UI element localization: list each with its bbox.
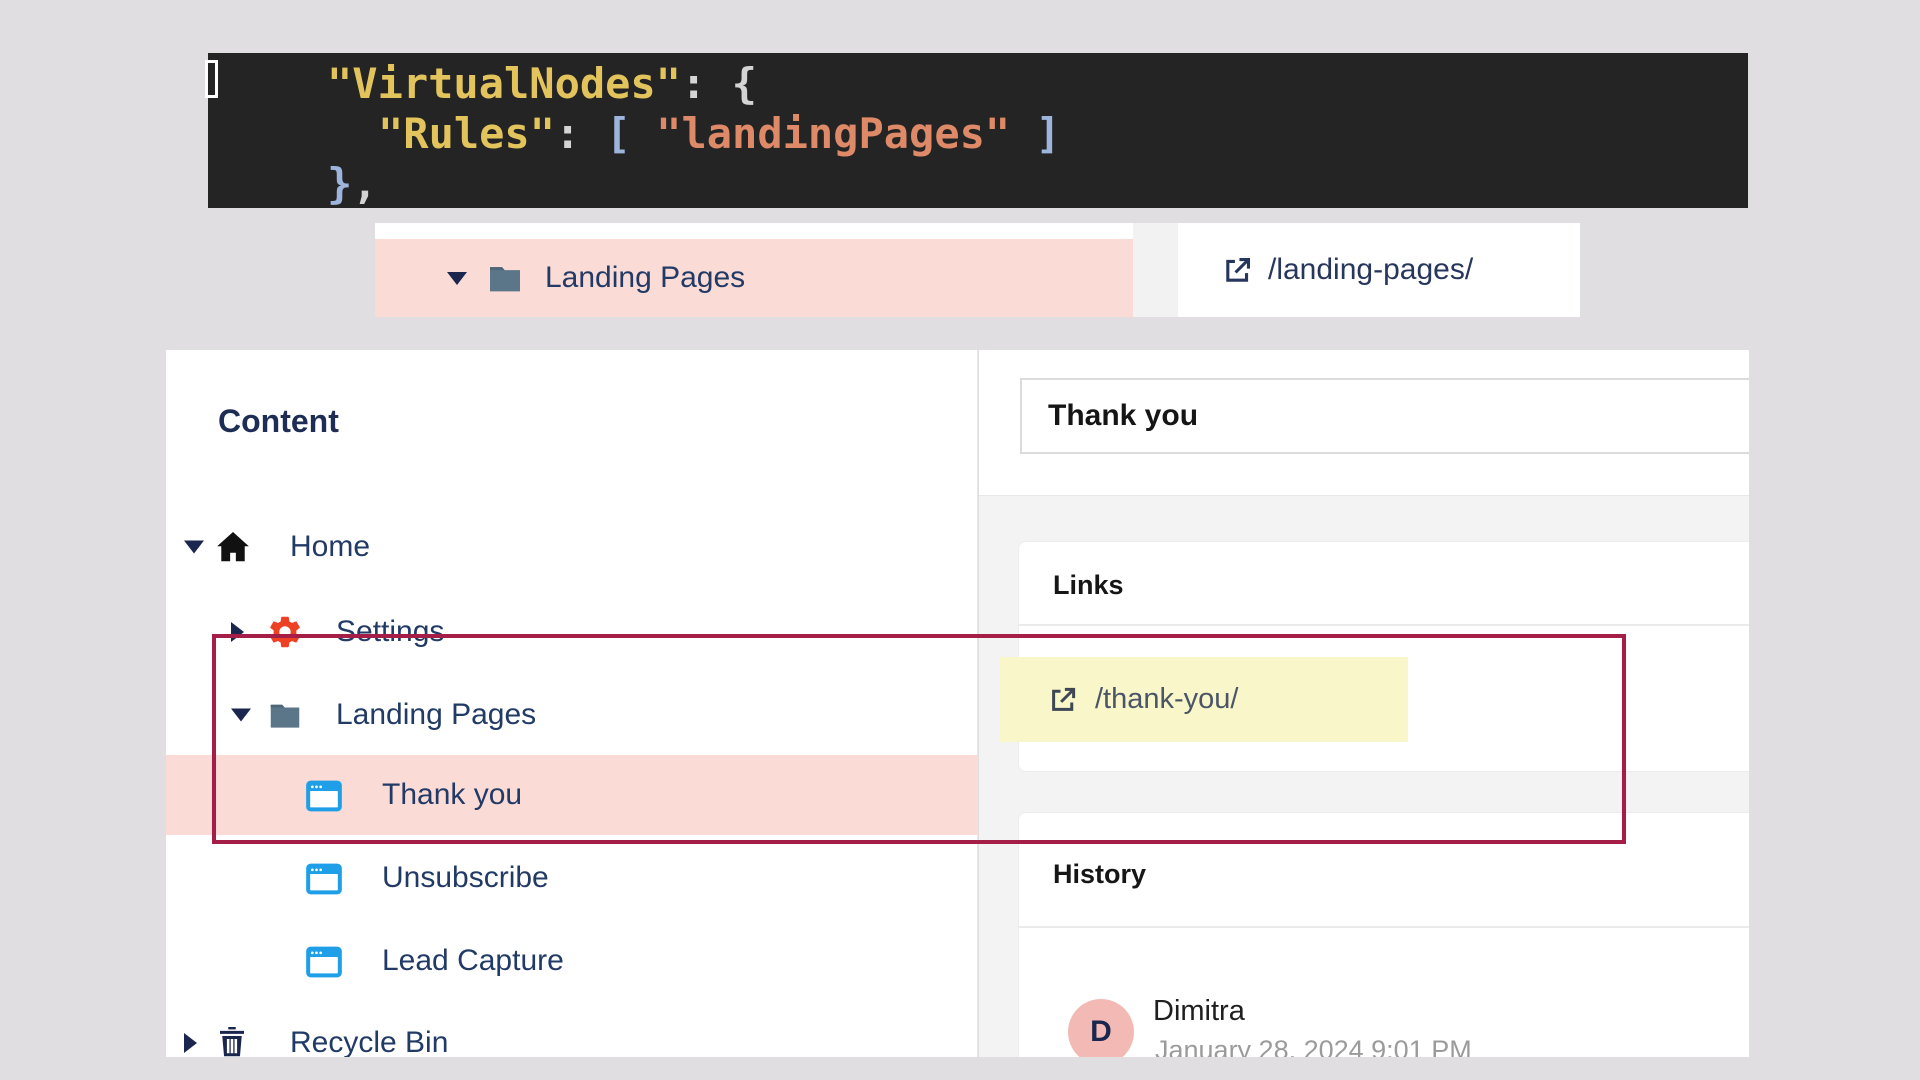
links-section-title: Links (1053, 570, 1124, 601)
sidebar-item-home[interactable]: Home (166, 507, 977, 587)
chevron-right-icon[interactable] (184, 1033, 197, 1053)
page-title: Thank you (1048, 399, 1198, 433)
history-user-name: Dimitra (1153, 995, 1245, 1028)
sidebar-item-unsubscribe[interactable]: Unsubscribe (166, 838, 977, 918)
divider (1019, 926, 1749, 928)
annotation-rectangle (212, 634, 1626, 844)
page-icon (304, 859, 342, 897)
chevron-down-icon[interactable] (447, 272, 467, 285)
history-section-title: History (1053, 859, 1146, 890)
code-line-1: "VirtualNodes": { (327, 59, 1748, 109)
code-snippet-block: "VirtualNodes": { "Rules": [ "landingPag… (208, 53, 1748, 208)
avatar: D (1068, 999, 1134, 1057)
page-icon (304, 942, 342, 980)
sidebar-item-recycle-bin[interactable]: Recycle Bin (166, 1003, 977, 1057)
history-card: History D Dimitra January 28, 2024 9:01 … (1018, 812, 1749, 1057)
landing-pages-url: /landing-pages/ (1268, 253, 1473, 287)
code-line-3: }, (327, 159, 1748, 208)
tree-fragment-landing-pages-row[interactable]: Landing Pages (375, 239, 1133, 317)
chevron-down-icon[interactable] (184, 541, 204, 554)
landing-pages-url-chip[interactable]: /landing-pages/ (1178, 223, 1580, 317)
tree-fragment-top-strip (375, 223, 1133, 239)
sidebar-section-title: Content (218, 403, 339, 440)
trash-icon (214, 1024, 252, 1057)
page-title-field[interactable]: Thank you (1020, 378, 1749, 454)
external-link-icon (1222, 255, 1253, 286)
tree-fragment-label: Landing Pages (545, 261, 745, 295)
fragment-gap (1133, 223, 1178, 317)
sidebar-item-lead-capture[interactable]: Lead Capture (166, 921, 977, 1001)
code-line-2: "Rules": [ "landingPages" ] (378, 109, 1748, 159)
folder-icon (485, 258, 525, 298)
home-icon (214, 528, 252, 566)
history-timestamp: January 28, 2024 9:01 PM (1155, 1035, 1472, 1057)
code-cursor-glyph (205, 60, 218, 98)
divider (1019, 624, 1749, 626)
